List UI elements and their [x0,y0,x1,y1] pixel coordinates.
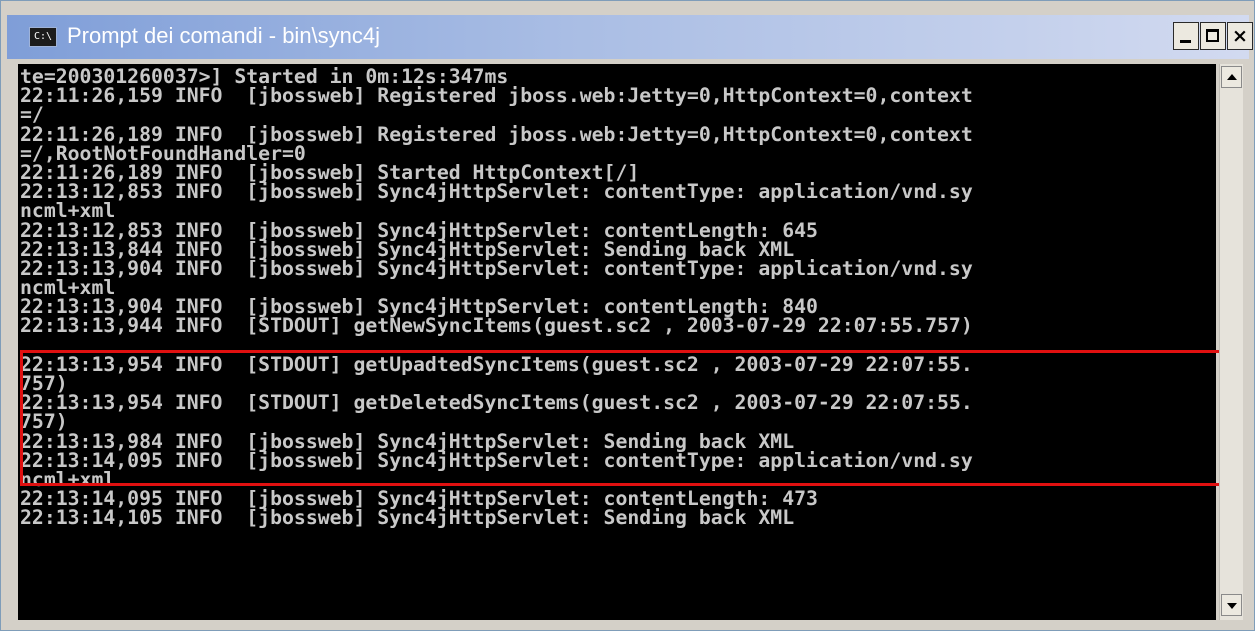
cmd-icon[interactable]: C:\ [29,27,57,47]
maximize-icon [1206,29,1219,42]
console-line: ncml+xml [20,199,116,223]
console-line: 22:13:12,853 INFO [jbossweb] Sync4jHttpS… [20,218,818,242]
console-window: C:\ Prompt dei comandi - bin\sync4j × te… [0,0,1255,631]
console-line: 22:13:13,944 INFO [STDOUT] getNewSyncIte… [20,314,973,338]
console-line: 22:13:13,904 INFO [jbossweb] Sync4jHttpS… [20,256,973,280]
console-line: 22:13:14,105 INFO [jbossweb] Sync4jHttpS… [20,506,795,530]
close-icon: × [1232,25,1248,47]
console-line: 22:13:13,984 INFO [jbossweb] Sync4jHttpS… [20,429,795,453]
minimize-button[interactable] [1173,22,1199,50]
scroll-down-arrow-icon [1227,603,1237,609]
console-line: 22:13:13,954 INFO [STDOUT] getDeletedSyn… [20,391,973,415]
scroll-up-arrow-icon [1227,74,1237,80]
window-title: Prompt dei comandi - bin\sync4j [67,23,381,48]
close-button[interactable]: × [1227,22,1253,50]
title-bar[interactable]: C:\ Prompt dei comandi - bin\sync4j × [7,15,1253,59]
console-line: =/ [20,103,44,127]
console-line: 22:13:12,853 INFO [jbossweb] Sync4jHttpS… [20,180,973,204]
scroll-down-button[interactable] [1221,594,1242,616]
console-line: 22:13:14,095 INFO [jbossweb] Sync4jHttpS… [20,448,973,472]
console-lines: te=200301260037>] Started in 0m:12s:347m… [20,67,973,528]
console-line: 757) [20,410,68,434]
console-line: 22:11:26,189 INFO [jbossweb] Registered … [20,122,973,146]
vertical-scrollbar[interactable] [1219,64,1243,620]
console-output[interactable]: te=200301260037>] Started in 0m:12s:347m… [18,64,1216,620]
minimize-icon [1180,40,1191,43]
console-line: 22:13:13,954 INFO [STDOUT] getUpadtedSyn… [20,352,973,376]
scroll-up-button[interactable] [1221,66,1242,88]
console-line: 22:11:26,159 INFO [jbossweb] Registered … [20,84,973,108]
maximize-button[interactable] [1200,22,1226,50]
console-line: 22:13:13,844 INFO [jbossweb] Sync4jHttpS… [20,237,795,261]
